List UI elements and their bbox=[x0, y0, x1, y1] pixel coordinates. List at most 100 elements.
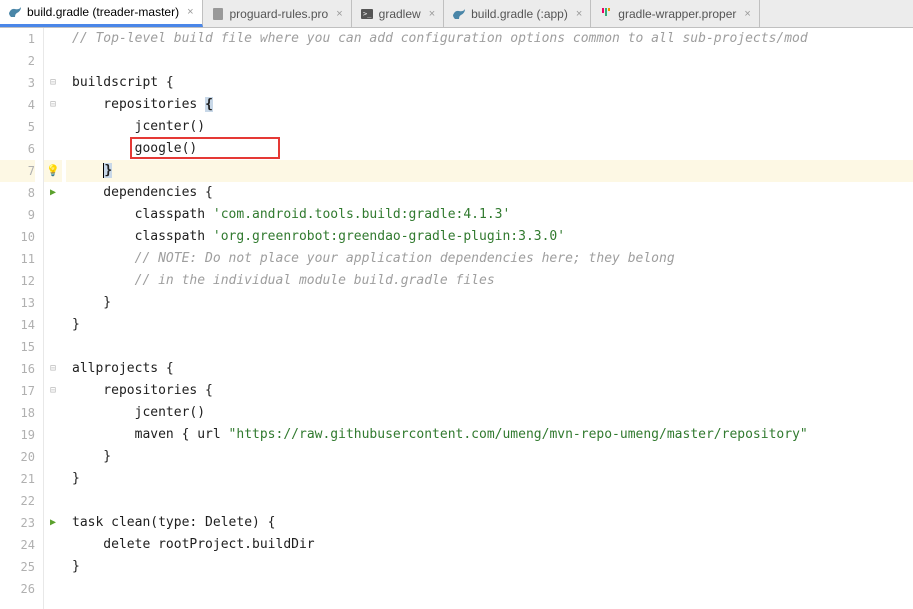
line-number: 26 bbox=[0, 578, 35, 600]
tab-0[interactable]: build.gradle (treader-master)× bbox=[0, 0, 203, 27]
fold-toggle-icon[interactable]: ⊟ bbox=[44, 72, 62, 94]
line-number: 13 bbox=[0, 292, 35, 314]
code-token: repositories { bbox=[72, 383, 213, 398]
gutter-spacer bbox=[44, 402, 62, 424]
code-line[interactable]: delete rootProject.buildDir bbox=[66, 534, 913, 556]
code-token: jcenter() bbox=[72, 119, 205, 134]
line-number: 9 bbox=[0, 204, 35, 226]
code-line[interactable]: classpath 'org.greenrobot:greendao-gradl… bbox=[66, 226, 913, 248]
run-gutter-icon[interactable]: ▶ bbox=[44, 182, 62, 204]
tab-label: gradlew bbox=[379, 7, 421, 21]
line-number: 7 bbox=[0, 160, 35, 182]
line-number-gutter: 1234567891011121314151617181920212223242… bbox=[0, 28, 44, 609]
line-number: 5 bbox=[0, 116, 35, 138]
svg-text:>_: >_ bbox=[363, 10, 372, 18]
code-token: buildscript { bbox=[72, 75, 174, 90]
line-number: 12 bbox=[0, 270, 35, 292]
code-line[interactable]: repositories { bbox=[66, 380, 913, 402]
code-line[interactable]: dependencies { bbox=[66, 182, 913, 204]
code-line[interactable]: classpath 'com.android.tools.build:gradl… bbox=[66, 204, 913, 226]
code-token: 'com.android.tools.build:gradle:4.1.3' bbox=[213, 207, 510, 222]
code-line[interactable] bbox=[66, 490, 913, 512]
fold-toggle-icon[interactable]: ⊟ bbox=[44, 358, 62, 380]
code-line[interactable]: allprojects { bbox=[66, 358, 913, 380]
gutter-spacer bbox=[44, 138, 62, 160]
line-number: 19 bbox=[0, 424, 35, 446]
code-line[interactable]: jcenter() bbox=[66, 402, 913, 424]
fold-toggle-icon[interactable]: ⊟ bbox=[44, 94, 62, 116]
code-line[interactable]: } bbox=[66, 556, 913, 578]
code-token: classpath bbox=[72, 207, 213, 222]
gutter-spacer bbox=[44, 446, 62, 468]
file-type-icon bbox=[8, 5, 22, 19]
tab-label: gradle-wrapper.proper bbox=[618, 7, 736, 21]
fold-toggle-icon[interactable]: ⊟ bbox=[44, 380, 62, 402]
gutter-spacer bbox=[44, 116, 62, 138]
code-token: url bbox=[197, 427, 228, 442]
close-icon[interactable]: × bbox=[576, 8, 582, 20]
code-line[interactable]: google() bbox=[66, 138, 913, 160]
lightbulb-icon[interactable]: 💡 bbox=[44, 160, 62, 182]
code-token: repositories bbox=[72, 97, 205, 112]
line-number: 21 bbox=[0, 468, 35, 490]
code-line[interactable]: // in the individual module build.gradle… bbox=[66, 270, 913, 292]
line-number: 25 bbox=[0, 556, 35, 578]
code-token: 'org.greenrobot:greendao-gradle-plugin:3… bbox=[213, 229, 565, 244]
line-number: 15 bbox=[0, 336, 35, 358]
gutter-spacer bbox=[44, 28, 62, 50]
code-line[interactable] bbox=[66, 50, 913, 72]
tab-label: proguard-rules.pro bbox=[230, 7, 329, 21]
code-token: type bbox=[158, 515, 189, 530]
code-line[interactable]: } bbox=[66, 468, 913, 490]
line-number: 20 bbox=[0, 446, 35, 468]
code-line[interactable] bbox=[66, 336, 913, 358]
close-icon[interactable]: × bbox=[336, 8, 342, 20]
fold-gutter: ⊟⊟💡▶⊟⊟▶ bbox=[44, 28, 62, 609]
tab-2[interactable]: >_ gradlew × bbox=[352, 0, 444, 27]
code-token: } bbox=[72, 295, 111, 310]
code-token: // Top-level build file where you can ad… bbox=[72, 31, 808, 46]
code-line[interactable]: jcenter() bbox=[66, 116, 913, 138]
tab-1[interactable]: proguard-rules.pro × bbox=[203, 0, 352, 27]
file-type-icon bbox=[599, 7, 613, 21]
code-line[interactable]: } bbox=[66, 446, 913, 468]
code-line[interactable]: } bbox=[66, 160, 913, 182]
code-token: } bbox=[72, 449, 111, 464]
code-token: task clean( bbox=[72, 515, 158, 530]
line-number: 18 bbox=[0, 402, 35, 424]
code-token: // in the individual module build.gradle… bbox=[72, 273, 495, 288]
line-number: 3 bbox=[0, 72, 35, 94]
code-line[interactable]: } bbox=[66, 292, 913, 314]
code-line[interactable]: } bbox=[66, 314, 913, 336]
gutter-spacer bbox=[44, 50, 62, 72]
gutter-spacer bbox=[44, 292, 62, 314]
close-icon[interactable]: × bbox=[429, 8, 435, 20]
close-icon[interactable]: × bbox=[187, 6, 193, 18]
code-token: maven { bbox=[72, 427, 197, 442]
code-token: allprojects { bbox=[72, 361, 174, 376]
code-area[interactable]: // Top-level build file where you can ad… bbox=[62, 28, 913, 609]
code-token: } bbox=[72, 471, 80, 486]
code-token: classpath bbox=[72, 229, 213, 244]
gutter-spacer bbox=[44, 468, 62, 490]
file-type-icon: >_ bbox=[360, 7, 374, 21]
code-line[interactable]: // NOTE: Do not place your application d… bbox=[66, 248, 913, 270]
tab-label: build.gradle (:app) bbox=[471, 7, 568, 21]
code-line[interactable]: buildscript { bbox=[66, 72, 913, 94]
code-line[interactable]: // Top-level build file where you can ad… bbox=[66, 28, 913, 50]
line-number: 14 bbox=[0, 314, 35, 336]
code-line[interactable]: maven { url "https://raw.githubuserconte… bbox=[66, 424, 913, 446]
tab-4[interactable]: gradle-wrapper.proper × bbox=[591, 0, 760, 27]
gutter-spacer bbox=[44, 314, 62, 336]
close-icon[interactable]: × bbox=[744, 8, 750, 20]
code-editor: 1234567891011121314151617181920212223242… bbox=[0, 28, 913, 609]
run-gutter-icon[interactable]: ▶ bbox=[44, 512, 62, 534]
code-line[interactable] bbox=[66, 578, 913, 600]
code-line[interactable]: task clean(type: Delete) { bbox=[66, 512, 913, 534]
tab-3[interactable]: build.gradle (:app) × bbox=[444, 0, 591, 27]
code-line[interactable]: repositories { bbox=[66, 94, 913, 116]
gutter-spacer bbox=[44, 336, 62, 358]
code-token: delete rootProject.buildDir bbox=[72, 537, 315, 552]
code-token: } bbox=[103, 163, 112, 178]
gutter-spacer bbox=[44, 226, 62, 248]
